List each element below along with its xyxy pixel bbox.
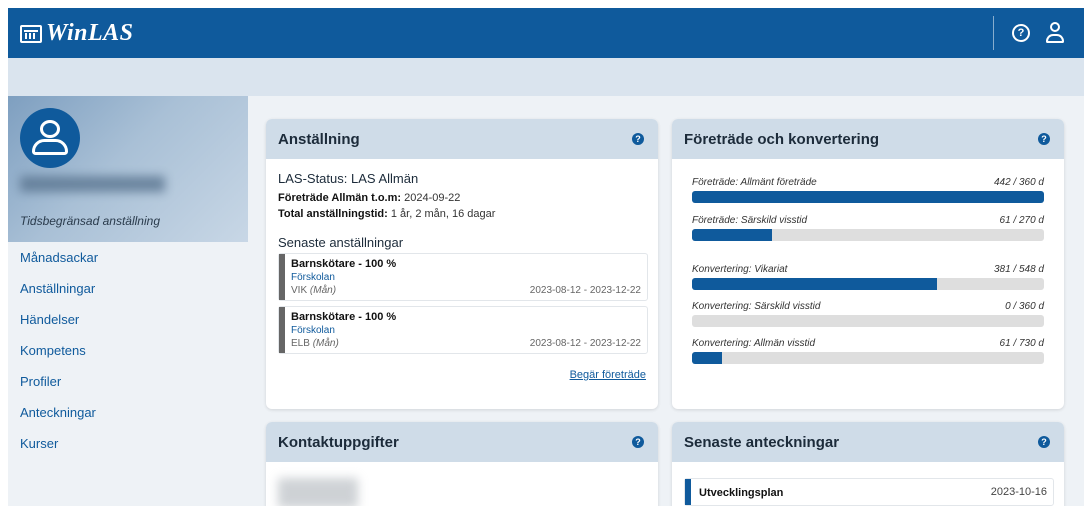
recent-employments-title: Senaste anställningar [278, 235, 404, 250]
notes-card-title: Senaste anteckningar [684, 433, 840, 451]
total-line: Total anställningstid: 1 år, 2 mån, 16 d… [278, 208, 495, 220]
conversion-card: Företräde och konvertering ? Företräde: … [672, 119, 1064, 409]
sidebar-item-anteckningar[interactable]: Anteckningar [8, 397, 248, 428]
progress-bar [692, 352, 1044, 364]
progress-label: Företräde: Särskild visstid [692, 215, 808, 226]
note-title: Utvecklingsplan [699, 487, 784, 499]
entry-marker [279, 254, 285, 300]
progress-bar [692, 191, 1044, 203]
employment-card-header: Anställning ? [266, 119, 658, 159]
sidebar-item-profiler[interactable]: Profiler [8, 366, 248, 397]
progress-value: 61 / 730 d [999, 338, 1044, 349]
progress-bar [692, 278, 1044, 290]
entry-unit[interactable]: Förskolan [291, 272, 335, 283]
sidebar-item-manadsackar[interactable]: Månadsackar [8, 242, 248, 273]
sidebar-item-kurser[interactable]: Kurser [8, 428, 248, 459]
entry-dates: 2023-08-12 - 2023-12-22 [529, 285, 641, 296]
top-bar: WinLAS ? [8, 8, 1084, 58]
entry-dates: 2023-08-12 - 2023-12-22 [529, 338, 641, 349]
conversion-card-header: Företräde och konvertering ? [672, 119, 1064, 159]
notes-card: Senaste anteckningar ? Utvecklingsplan 2… [672, 422, 1064, 506]
entry-code-suffix: (Mån) [309, 285, 337, 296]
help-icon[interactable]: ? [632, 436, 644, 448]
progress-value: 0 / 360 d [1005, 301, 1044, 312]
progress-label: Företräde: Allmänt företräde [692, 177, 817, 188]
contact-card-header: Kontaktuppgifter ? [266, 422, 658, 462]
profile-panel: Tidsbegränsad anställning [8, 96, 248, 242]
entry-code: ELB (Mån) [291, 338, 339, 349]
total-value: 1 år, 2 mån, 16 dagar [390, 208, 496, 220]
progress-value: 442 / 360 d [993, 177, 1044, 188]
conversion-card-title: Företräde och konvertering [684, 130, 880, 148]
help-icon[interactable]: ? [1038, 436, 1050, 448]
progress-fill [692, 229, 772, 241]
user-icon[interactable] [1046, 22, 1064, 44]
employment-card: Anställning ? LAS-Status: LAS Allmän För… [266, 119, 658, 409]
progress-value: 61 / 270 d [999, 215, 1044, 226]
help-icon[interactable]: ? [1012, 24, 1030, 42]
progress-value: 381 / 548 d [993, 264, 1044, 275]
progress-label: Konvertering: Vikariat [692, 264, 788, 275]
progress-fill [692, 278, 937, 290]
logo-text: WinLAS [46, 20, 134, 46]
entry-title: Barnskötare - 100 % [291, 258, 397, 270]
winlas-logo[interactable]: WinLAS [20, 20, 133, 47]
employment-type: Tidsbegränsad anställning [20, 214, 160, 228]
progress-label: Konvertering: Särskild visstid [692, 301, 821, 312]
preference-value: 2024-09-22 [404, 192, 461, 204]
contact-info-redacted [278, 478, 358, 506]
employment-card-title: Anställning [278, 130, 360, 148]
topbar-divider [993, 16, 994, 50]
note-date: 2023-10-16 [990, 486, 1047, 498]
sidebar-item-handelser[interactable]: Händelser [8, 304, 248, 335]
entry-marker [279, 307, 285, 353]
avatar-icon [20, 108, 80, 168]
entry-code-value: ELB [291, 338, 310, 349]
las-status: LAS-Status: LAS Allmän [278, 171, 419, 186]
progress-fill [692, 352, 722, 364]
entry-title: Barnskötare - 100 % [291, 311, 397, 323]
contact-card-title: Kontaktuppgifter [278, 433, 399, 451]
sidebar-nav: Månadsackar Anställningar Händelser Komp… [8, 242, 248, 459]
sub-header-bar [8, 58, 1084, 96]
preference-label: Företräde Allmän t.o.m: [278, 192, 402, 204]
progress-label: Konvertering: Allmän visstid [692, 338, 816, 349]
help-icon[interactable]: ? [632, 133, 644, 145]
notes-card-header: Senaste anteckningar ? [672, 422, 1064, 462]
entry-code: VIK (Mån) [291, 285, 336, 296]
preference-line: Företräde Allmän t.o.m: 2024-09-22 [278, 192, 460, 204]
contact-card: Kontaktuppgifter ? [266, 422, 658, 506]
entry-unit[interactable]: Förskolan [291, 325, 335, 336]
employment-entry[interactable]: Barnskötare - 100 % Förskolan ELB (Mån) … [278, 306, 648, 354]
note-entry[interactable]: Utvecklingsplan 2023-10-16 [684, 478, 1054, 506]
sidebar-item-anstallningar[interactable]: Anställningar [8, 273, 248, 304]
progress-bar [692, 229, 1044, 241]
entry-code-suffix: (Mån) [312, 338, 339, 349]
request-preference-link[interactable]: Begär företräde [570, 369, 646, 381]
sidebar-item-kompetens[interactable]: Kompetens [8, 335, 248, 366]
entry-code-value: VIK [291, 285, 308, 296]
sidebar: Tidsbegränsad anställning Månadsackar An… [8, 96, 248, 506]
progress-fill [692, 191, 1044, 203]
employment-entry[interactable]: Barnskötare - 100 % Förskolan VIK (Mån) … [278, 253, 648, 301]
employee-name-redacted [20, 176, 165, 192]
progress-bar [692, 315, 1044, 327]
help-icon[interactable]: ? [1038, 133, 1050, 145]
note-marker [685, 479, 691, 505]
total-label: Total anställningstid: [278, 208, 388, 220]
building-icon [20, 24, 42, 43]
